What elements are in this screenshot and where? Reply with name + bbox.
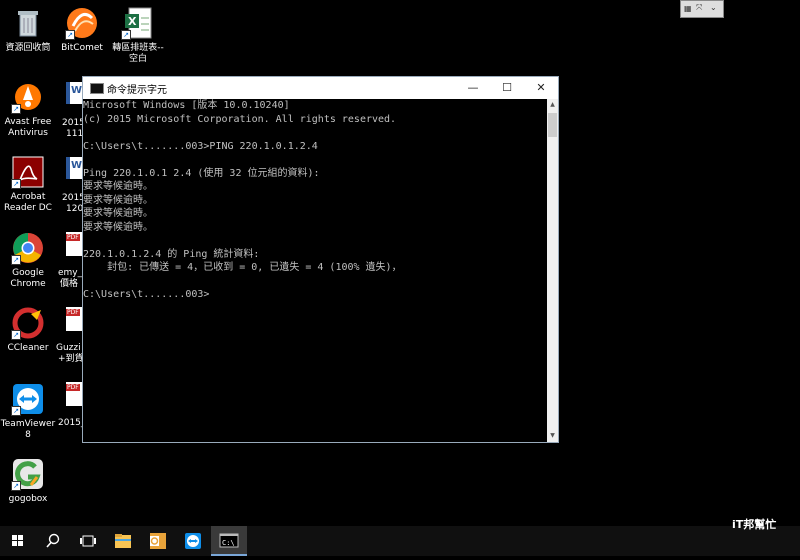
scrollbar-thumb[interactable]	[548, 113, 557, 137]
desktop-icon-avast[interactable]: ↗ Avast Free Antivirus	[0, 80, 56, 139]
grid-icon: ▦	[684, 4, 692, 13]
chrome-icon: ↗	[11, 231, 45, 265]
window-title: 命令提示字元	[107, 85, 167, 96]
maximize-button[interactable]: ☐	[490, 77, 524, 99]
desktop-icon-label: BitComet	[61, 43, 103, 53]
desktop-icon-label: gogobox	[8, 494, 48, 504]
scroll-up-icon[interactable]: ▲	[547, 99, 558, 111]
desktop-icon-label: CCleaner	[7, 343, 49, 353]
resize-icon: ⤧	[696, 3, 703, 12]
ccleaner-icon: ↗	[11, 306, 45, 340]
desktop-icon-ccleaner[interactable]: ↗ CCleaner	[0, 306, 56, 354]
shortcut-arrow-icon: ↗	[11, 179, 21, 189]
bitcomet-icon: ↗	[65, 6, 99, 40]
taskbar-command-prompt[interactable]: C:\	[211, 526, 247, 556]
console-line: C:\Users\t.......003>PING 220.1.0.1.2.4	[83, 140, 318, 152]
desktop-icon-label: Avast Free Antivirus	[4, 117, 52, 138]
partial-label: +到貨	[58, 354, 84, 364]
pdf-file-icon: PDF	[66, 234, 80, 241]
pdf-file-icon: PDF	[66, 384, 80, 391]
close-button[interactable]: ✕	[524, 77, 558, 99]
shortcut-arrow-icon: ↗	[11, 481, 21, 491]
desktop-icon-label: Google Chrome	[10, 268, 46, 289]
search-button[interactable]	[36, 526, 72, 556]
shortcut-arrow-icon: ↗	[11, 330, 21, 340]
top-widget[interactable]: ▦ ⤧ ⌄	[680, 0, 724, 18]
vertical-scrollbar[interactable]: ▲ ▼	[547, 99, 558, 442]
desktop-icon-acrobat[interactable]: ↗ Acrobat Reader DC	[0, 155, 56, 214]
svg-text:X: X	[128, 15, 137, 28]
shortcut-arrow-icon: ↗	[11, 406, 21, 416]
partial-label: 111	[66, 129, 84, 139]
gogobox-icon: ↗	[11, 457, 45, 491]
svg-text:C:\: C:\	[222, 539, 235, 547]
excel-file-icon: X ↗	[121, 6, 155, 40]
console-line: C:\Users\t.......003>	[83, 289, 210, 300]
chevron-down-icon[interactable]: ⌄	[710, 3, 717, 12]
console-line: 要求等候逾時。	[83, 194, 153, 206]
taskbar: C:\	[0, 526, 800, 556]
command-prompt-window[interactable]: 命令提示字元 — ☐ ✕ Microsoft Windows [版本 10.0.…	[82, 76, 559, 443]
itbang-watermark: iT邦幫忙	[732, 518, 777, 531]
console-line: Microsoft Windows [版本 10.0.10240]	[83, 100, 290, 111]
console-line: 要求等候逾時。	[83, 208, 153, 219]
taskbar-teamviewer[interactable]	[175, 526, 211, 556]
task-view-icon	[80, 535, 96, 547]
desktop-icon-label: 轉區排班表--空白	[112, 43, 164, 64]
avast-icon: ↗	[11, 80, 45, 114]
partial-label: emy_	[58, 268, 83, 278]
window-titlebar[interactable]: 命令提示字元 — ☐ ✕	[83, 77, 558, 99]
folder-icon	[115, 534, 131, 548]
command-prompt-icon	[90, 83, 104, 94]
desktop-icon-gogobox[interactable]: ↗ gogobox	[0, 457, 56, 505]
desktop-icon-label: 資源回收筒	[5, 43, 51, 53]
shortcut-arrow-icon: ↗	[11, 255, 21, 265]
desktop-icon-label: Acrobat Reader DC	[4, 192, 52, 213]
desktop-icon-recycle-bin[interactable]: 資源回收筒	[0, 6, 56, 54]
outlook-icon	[150, 533, 166, 549]
recycle-bin-icon	[11, 6, 45, 40]
partial-label: 120	[66, 204, 84, 214]
taskbar-file-explorer[interactable]	[105, 526, 141, 556]
console-line: 封包: 已傳送 = 4，已收到 = 0, 已遺失 = 4 (100% 遺失)，	[83, 262, 402, 273]
command-prompt-icon: C:\	[219, 533, 239, 548]
console-line: 220.1.0.1.2.4 的 Ping 統計資料:	[83, 248, 260, 260]
desktop-icon-label: TeamViewer 8	[0, 419, 56, 440]
desktop-icon-chrome[interactable]: ↗ Google Chrome	[0, 231, 56, 290]
start-button[interactable]	[0, 526, 36, 556]
teamviewer-icon	[185, 533, 201, 549]
console-line: 要求等候逾時。	[83, 221, 153, 233]
partial-pdf-icon-1[interactable]: PDF	[66, 232, 82, 256]
partial-pdf-icon-3[interactable]: PDF	[66, 382, 82, 406]
shortcut-arrow-icon: ↗	[65, 30, 75, 40]
console-line: (c) 2015 Microsoft Corporation. All righ…	[83, 113, 397, 125]
acrobat-reader-icon: ↗	[11, 155, 45, 189]
partial-label: Guzzi	[56, 343, 81, 353]
word-file-icon: W	[71, 160, 83, 171]
search-icon	[46, 533, 60, 548]
task-view-button[interactable]	[70, 526, 106, 556]
partial-label: 價格	[60, 279, 79, 289]
console-output[interactable]: Microsoft Windows [版本 10.0.10240] (c) 201…	[83, 99, 547, 442]
partial-pdf-icon-2[interactable]: PDF	[66, 307, 82, 331]
pdf-file-icon: PDF	[66, 309, 80, 316]
desktop-icon-bitcomet[interactable]: ↗ BitComet	[54, 6, 110, 54]
taskbar-outlook[interactable]	[140, 526, 176, 556]
console-line: 要求等候逾時。	[83, 181, 153, 192]
desktop-icon-excel-schedule[interactable]: X ↗ 轉區排班表--空白	[110, 6, 166, 65]
console-line: Ping 220.1.0.1 2.4 (使用 32 位元組的資料):	[83, 167, 320, 179]
desktop-icon-teamviewer[interactable]: ↗ TeamViewer 8	[0, 382, 56, 441]
word-file-icon: W	[71, 85, 83, 96]
shortcut-arrow-icon: ↗	[11, 104, 21, 114]
teamviewer-icon: ↗	[11, 382, 45, 416]
minimize-button[interactable]: —	[456, 77, 490, 99]
windows-logo-icon	[12, 535, 23, 546]
shortcut-arrow-icon: ↗	[121, 30, 131, 40]
scroll-down-icon[interactable]: ▼	[547, 430, 558, 442]
